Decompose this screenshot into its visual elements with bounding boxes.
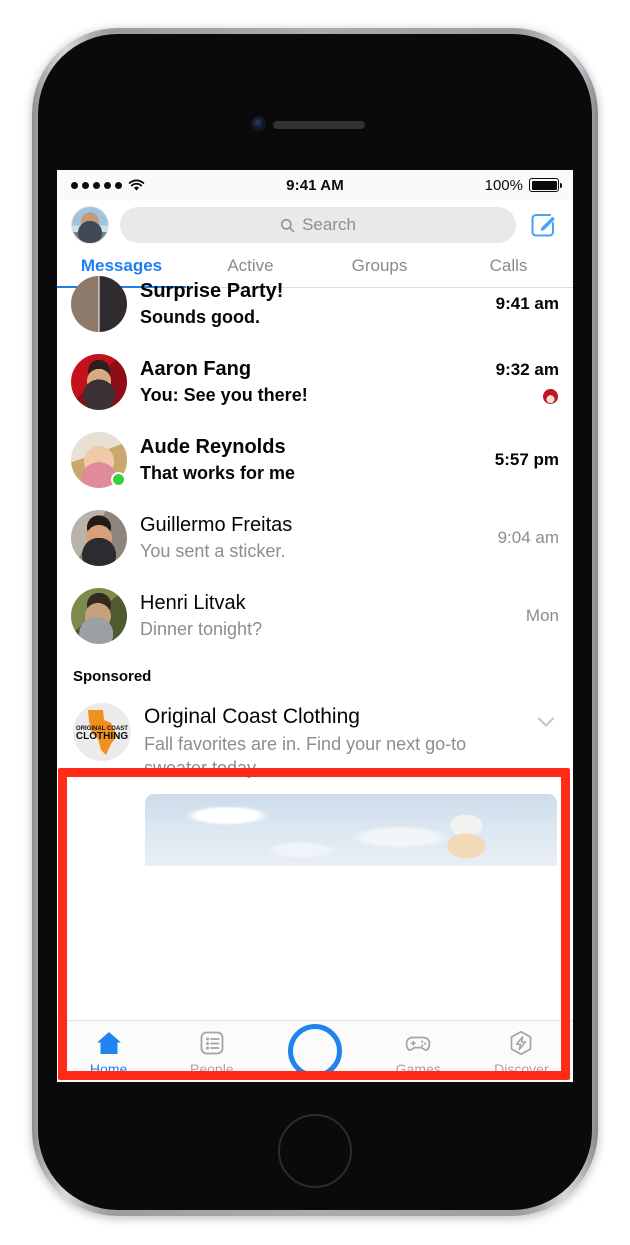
thread-meta: 5:57 pm [495, 450, 559, 470]
tab-bar-item-camera[interactable] [263, 1024, 366, 1081]
status-bar: 9:41 AM 100% [57, 170, 573, 200]
thread-meta: 9:32 am [496, 360, 559, 405]
tab-bar-label-discover: Discover [494, 1061, 549, 1077]
group-avatar-surprise-party [71, 276, 127, 332]
battery-percent-label: 100% [484, 176, 523, 194]
table-row[interactable]: Aaron Fang You: See you there! 9:32 am [57, 343, 573, 421]
table-row[interactable]: Henri Litvak Dinner tonight? Mon [57, 577, 573, 655]
tab-bar-item-games[interactable]: Games [367, 1028, 470, 1077]
thread-text: Surprise Party! Sounds good. [140, 278, 483, 329]
thread-timestamp: Mon [525, 606, 559, 625]
front-camera [253, 118, 264, 129]
status-bar-right: 100% [484, 176, 562, 194]
screenshot-stage: 9:41 AM 100% Search Messages Active Grou… [0, 0, 630, 1245]
search-input[interactable]: Search [120, 207, 516, 243]
thread-timestamp: 5:57 pm [494, 450, 559, 469]
thread-text: Guillermo Freitas You sent a sticker. [140, 512, 485, 563]
advertiser-name: Original Coast Clothing [144, 705, 360, 728]
avatar-aaron-fang [71, 354, 127, 410]
tab-bar-item-people[interactable]: People [160, 1028, 263, 1077]
sponsored-ad-section: Sponsored ORIGINAL COAST CLOTHING Origin… [57, 655, 573, 866]
bottom-tab-bar: Home People Games Discover [57, 1020, 573, 1082]
table-row[interactable]: Guillermo Freitas You sent a sticker. 9:… [57, 499, 573, 577]
home-icon [94, 1028, 124, 1058]
tab-bar-label-games: Games [395, 1061, 441, 1077]
sponsored-ad-creative[interactable] [145, 793, 557, 866]
search-icon [280, 218, 295, 233]
sponsored-ad-body: Fall favorites are in. Find your next go… [144, 734, 467, 778]
avatar-henri-litvak [71, 588, 127, 644]
table-row[interactable]: Surprise Party! Sounds good. 9:41 am [57, 276, 573, 343]
tab-bar-item-home[interactable]: Home [57, 1028, 160, 1077]
thread-preview: Dinner tonight? [140, 619, 263, 640]
phone-screen: 9:41 AM 100% Search Messages Active Grou… [57, 170, 573, 1082]
app-header: Search [57, 200, 573, 254]
chevron-down-icon[interactable] [535, 703, 557, 738]
thread-preview: You sent a sticker. [140, 541, 286, 562]
thread-meta: 9:41 am [496, 294, 559, 314]
earpiece-speaker [273, 121, 365, 129]
seen-receipt-avatar [542, 387, 559, 405]
avatar-guillermo-freitas [71, 510, 127, 566]
people-list-icon [197, 1028, 227, 1058]
battery-icon [529, 178, 562, 192]
thread-preview: Sounds good. [140, 307, 260, 328]
camera-circle-icon[interactable] [288, 1024, 342, 1078]
online-presence-indicator [111, 472, 126, 487]
sponsored-ad-text: Original Coast Clothing Fall favorites a… [144, 703, 522, 781]
thread-name: Surprise Party! [140, 280, 284, 303]
advertiser-logo: ORIGINAL COAST CLOTHING [73, 703, 131, 761]
thread-meta: 9:04 am [498, 528, 559, 548]
thread-text: Aaron Fang You: See you there! [140, 356, 483, 407]
gamepad-icon [403, 1028, 433, 1058]
compose-icon[interactable] [527, 209, 559, 241]
tab-bar-label-people: People [190, 1061, 234, 1077]
thread-preview: That works for me [140, 463, 296, 484]
thread-name: Aude Reynolds [140, 436, 286, 459]
sponsored-label: Sponsored [73, 668, 152, 685]
conversation-list: Surprise Party! Sounds good. 9:41 am Aar… [57, 276, 573, 655]
thread-timestamp: 9:32 am [495, 359, 559, 379]
svg-text:CLOTHING: CLOTHING [76, 731, 128, 742]
thread-name: Guillermo Freitas [140, 514, 293, 537]
sponsored-ad-row[interactable]: ORIGINAL COAST CLOTHING Original Coast C… [73, 703, 557, 781]
thread-preview: You: See you there! [140, 385, 308, 406]
discover-bolt-icon [506, 1028, 536, 1058]
thread-name: Aaron Fang [140, 358, 252, 381]
my-profile-avatar[interactable] [71, 206, 109, 244]
thread-timestamp: 9:41 am [495, 294, 559, 313]
thread-timestamp: 9:04 am [497, 528, 559, 547]
tab-bar-label-home: Home [89, 1061, 128, 1077]
table-row[interactable]: Aude Reynolds That works for me 5:57 pm [57, 421, 573, 499]
avatar-aude-reynolds [71, 432, 127, 488]
thread-meta: Mon [526, 606, 559, 626]
thread-text: Aude Reynolds That works for me [140, 434, 482, 485]
home-button[interactable] [278, 1114, 352, 1188]
tab-bar-item-discover[interactable]: Discover [470, 1028, 573, 1077]
search-placeholder: Search [302, 215, 356, 234]
thread-name: Henri Litvak [140, 592, 246, 615]
thread-text: Henri Litvak Dinner tonight? [140, 590, 513, 641]
